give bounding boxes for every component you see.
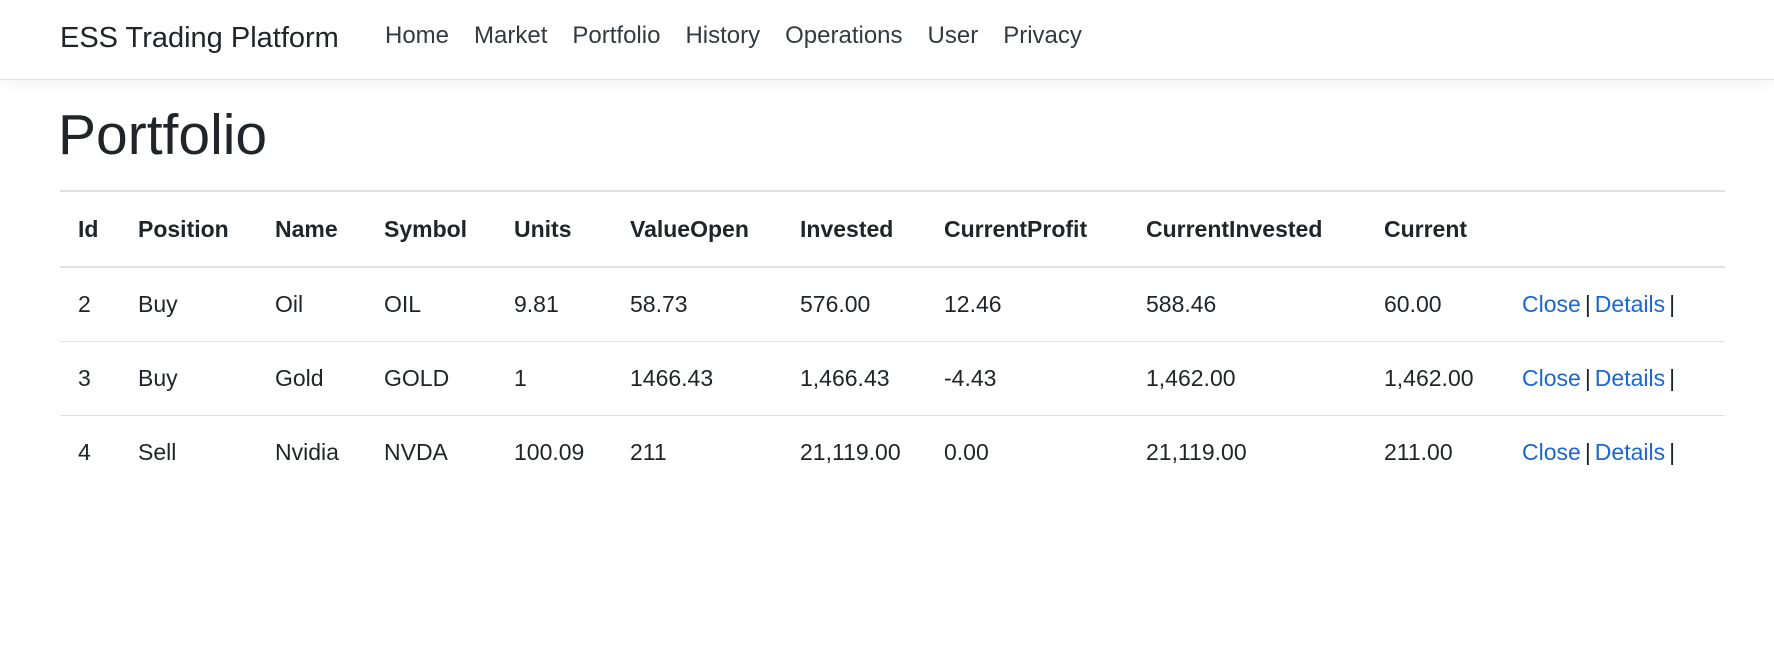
action-separator: | — [1584, 365, 1591, 391]
action-separator-trailing: | — [1669, 439, 1676, 465]
cell-symbol: OIL — [366, 267, 496, 342]
column-header-name: Name — [257, 190, 366, 268]
column-header-symbol: Symbol — [366, 190, 496, 268]
details-link[interactable]: Details — [1595, 439, 1665, 465]
cell-id: 2 — [60, 267, 120, 342]
cell-current: 211.00 — [1384, 439, 1453, 465]
cell-id: 3 — [60, 341, 120, 416]
cell-position: Sell — [138, 439, 177, 465]
nav-link-portfolio[interactable]: Portfolio — [572, 22, 660, 50]
cell-value-open: 58.73 — [612, 267, 782, 342]
table-header-row: Id Position Name Symbol Units ValueOpen … — [60, 190, 1725, 268]
action-separator-trailing: | — [1669, 291, 1676, 317]
cell-invested: 576.00 — [782, 267, 926, 342]
cell-name: Gold — [257, 341, 366, 416]
cell-current-profit: 12.46 — [926, 267, 1128, 342]
details-link[interactable]: Details — [1595, 291, 1665, 317]
action-separator: | — [1584, 291, 1591, 317]
table-row: 2 Buy Oil OIL 9.81 58.73 576.00 12.46 58… — [60, 267, 1725, 342]
cell-position: Buy — [120, 341, 257, 416]
cell-current: 1,462.00 — [1366, 341, 1504, 416]
cell-current: 60.00 — [1366, 267, 1504, 342]
cell-units: 100.09 — [514, 439, 585, 465]
close-position-link[interactable]: Close — [1522, 291, 1581, 317]
close-position-link[interactable]: Close — [1522, 365, 1581, 391]
nav-link-history[interactable]: History — [685, 22, 760, 50]
nav-links: Home Market Portfolio History Operations… — [385, 22, 1107, 50]
column-header-current: Current — [1366, 190, 1504, 268]
cell-value-open: 1466.43 — [612, 341, 782, 416]
cell-name: Nvidia — [275, 439, 339, 465]
cell-position: Buy — [120, 267, 257, 342]
page-title: Portfolio — [58, 103, 268, 167]
cell-symbol: GOLD — [366, 341, 496, 416]
portfolio-table: Id Position Name Symbol Units ValueOpen … — [60, 190, 1725, 489]
cell-current-profit: -4.43 — [926, 341, 1128, 416]
close-position-link[interactable]: Close — [1522, 439, 1581, 465]
column-header-actions — [1504, 190, 1725, 268]
column-header-position: Position — [120, 190, 257, 268]
column-header-units: Units — [496, 190, 612, 268]
cell-actions: Close | Details | — [1504, 267, 1725, 342]
table-row: 3 Buy Gold GOLD 1 1466.43 1,466.43 -4.43… — [60, 341, 1725, 416]
action-separator: | — [1584, 439, 1591, 465]
cell-current-invested: 21,119.00 — [1146, 439, 1247, 465]
details-link[interactable]: Details — [1595, 365, 1665, 391]
cell-invested: 21,119.00 — [800, 439, 901, 465]
nav-link-operations[interactable]: Operations — [785, 22, 902, 50]
cell-value-open: 211 — [630, 439, 667, 465]
cell-current-invested: 588.46 — [1128, 267, 1366, 342]
top-navbar: ESS Trading Platform Home Market Portfol… — [0, 0, 1774, 80]
cell-actions: Close | Details | — [1504, 416, 1725, 490]
cell-name: Oil — [257, 267, 366, 342]
column-header-invested: Invested — [782, 190, 926, 268]
nav-link-home[interactable]: Home — [385, 22, 449, 50]
cell-units: 9.81 — [496, 267, 612, 342]
cell-id: 4 — [78, 439, 91, 465]
nav-link-user[interactable]: User — [928, 22, 979, 50]
brand-link[interactable]: ESS Trading Platform — [60, 22, 339, 55]
nav-link-market[interactable]: Market — [474, 22, 547, 50]
cell-actions: Close | Details | — [1504, 341, 1725, 416]
column-header-current-invested: CurrentInvested — [1128, 190, 1366, 268]
nav-link-privacy[interactable]: Privacy — [1003, 22, 1082, 50]
column-header-value-open: ValueOpen — [612, 190, 782, 268]
cell-units: 1 — [496, 341, 612, 416]
cell-invested: 1,466.43 — [782, 341, 926, 416]
action-separator-trailing: | — [1669, 365, 1676, 391]
column-header-id: Id — [60, 190, 120, 268]
table-row: 4 Sell Nvidia NVDA 100.09 211 21,119.00 … — [60, 416, 1725, 490]
cell-current-profit: 0.00 — [944, 439, 989, 465]
cell-symbol: NVDA — [384, 439, 448, 465]
column-header-current-profit: CurrentProfit — [926, 190, 1128, 268]
cell-current-invested: 1,462.00 — [1128, 341, 1366, 416]
